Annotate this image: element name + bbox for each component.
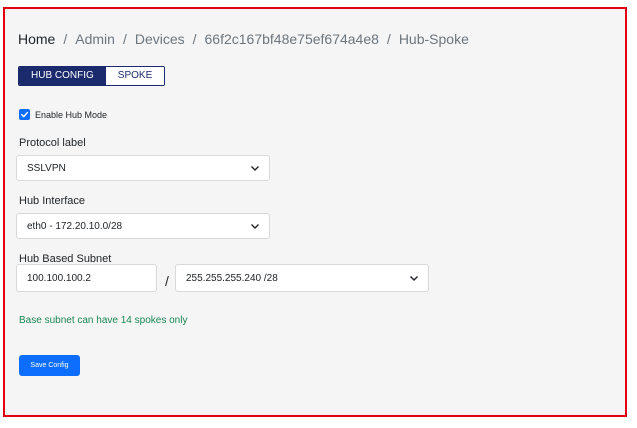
content-panel: Home / Admin / Devices / 66f2c167bf48e75…: [3, 7, 627, 417]
breadcrumb: Home / Admin / Devices / 66f2c167bf48e75…: [18, 31, 469, 47]
config-tabs: HUB CONFIG SPOKE: [18, 66, 166, 86]
protocol-label: Protocol label: [19, 137, 86, 149]
breadcrumb-separator: /: [192, 31, 197, 47]
hub-mode-row: Enable Hub Mode: [19, 109, 107, 120]
breadcrumb-separator: /: [63, 31, 68, 47]
breadcrumb-current: Hub-Spoke: [398, 31, 469, 47]
subnet-mask-value: 255.255.255.240 /28: [186, 272, 278, 284]
hub-mode-checkbox[interactable]: [19, 109, 30, 120]
check-icon: [21, 111, 29, 118]
tab-hub-config[interactable]: HUB CONFIG: [19, 67, 106, 85]
subnet-mask-select[interactable]: 255.255.255.240 /28: [175, 264, 429, 292]
subnet-separator: /: [165, 273, 169, 289]
subnet-hint: Base subnet can have 14 spokes only: [19, 315, 188, 326]
subnet-address-value: 100.100.100.2: [27, 272, 91, 284]
hub-interface-label: Hub Interface: [19, 195, 86, 207]
subnet-address-input[interactable]: 100.100.100.2: [16, 264, 157, 292]
hub-mode-label[interactable]: Enable Hub Mode: [35, 110, 107, 120]
hub-interface-select-value: eth0 - 172.20.10.0/28: [27, 220, 123, 232]
breadcrumb-home[interactable]: Home: [18, 31, 55, 47]
breadcrumb-separator: /: [122, 31, 127, 47]
save-config-button[interactable]: Save Config: [19, 355, 80, 376]
chevron-down-icon: [251, 166, 259, 171]
protocol-select-value: SSLVPN: [27, 162, 66, 174]
hub-interface-select[interactable]: eth0 - 172.20.10.0/28: [16, 213, 270, 239]
breadcrumb-devices[interactable]: Devices: [135, 31, 185, 47]
tab-spoke[interactable]: SPOKE: [105, 67, 165, 85]
breadcrumb-device-id[interactable]: 66f2c167bf48e75ef674a4e8: [205, 31, 379, 47]
chevron-down-icon: [410, 276, 418, 281]
breadcrumb-admin[interactable]: Admin: [75, 31, 115, 47]
breadcrumb-separator: /: [386, 31, 391, 47]
chevron-down-icon: [251, 224, 259, 229]
protocol-select[interactable]: SSLVPN: [16, 155, 270, 181]
